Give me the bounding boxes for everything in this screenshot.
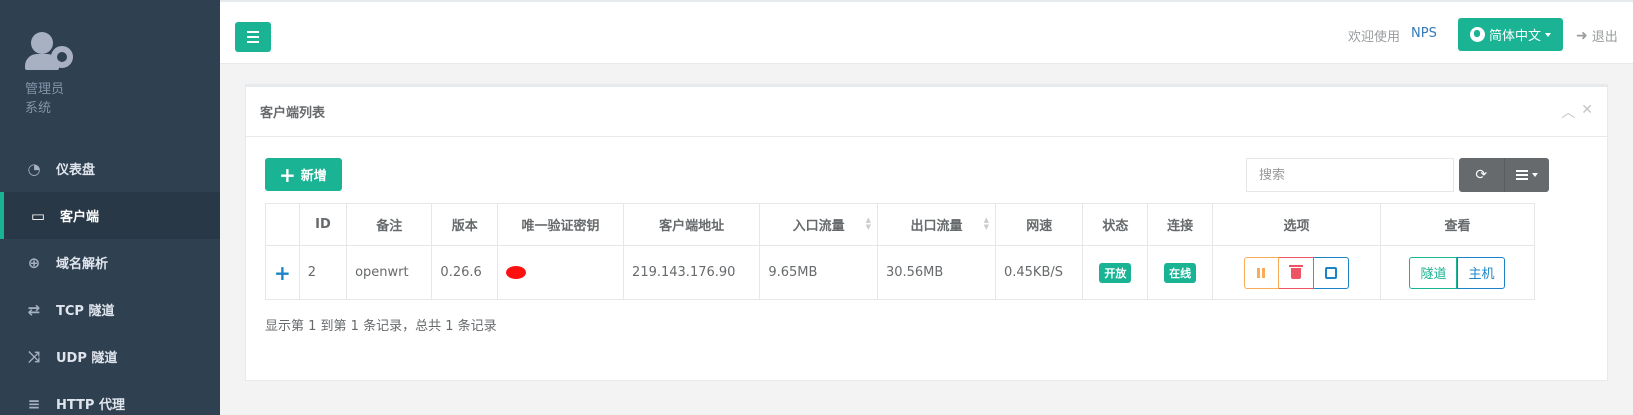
cell-connect: 在线 [1147, 245, 1214, 300]
column-header[interactable]: 唯一验证密钥 [497, 203, 625, 246]
table-row: + 2 openwrt 0.26.6 219.143.176.90 9.65MB… [265, 245, 1536, 300]
delete-button[interactable] [1278, 256, 1314, 289]
status-badge: 开放 [1099, 262, 1132, 283]
logout-link[interactable]: ➜ 退出 [1576, 26, 1618, 46]
desktop-icon: ▭ [30, 206, 46, 225]
pagination-info: 显示第 1 到第 1 条记录，总共 1 条记录 [265, 319, 497, 334]
column-header[interactable]: 状态 [1082, 203, 1149, 246]
sidebar-item[interactable]: ⊕ 域名解析 [0, 239, 220, 286]
cell-version: 0.26.6 [431, 245, 499, 300]
profile: 管理员 系统 [0, 0, 220, 145]
redaction-mark [506, 266, 527, 279]
sidebar-item-label: 客户端 [60, 210, 100, 225]
refresh-icon: ⟳ [1475, 167, 1488, 183]
pause-button[interactable] [1243, 256, 1279, 289]
cell-address: 219.143.176.90 [623, 245, 761, 300]
cell-view: 隧道 主机 [1379, 245, 1536, 300]
sidebar-item[interactable]: ⤨ UDP 隧道 [0, 333, 220, 380]
cell-out-flow: 30.56MB [876, 245, 996, 300]
client-list-panel: 客户端列表 ︿ ✕ + 新增 ⟳ ID 备注 版本 唯一验证密钥 客户端地址 入… [245, 84, 1608, 381]
search-input[interactable] [1246, 158, 1454, 192]
user-role[interactable]: 管理员 系统 [25, 80, 220, 118]
dashboard-icon: ◔ [27, 159, 41, 178]
column-header-sortable[interactable]: 出口流量 [876, 203, 996, 246]
cell-speed: 0.45KB/S [994, 245, 1084, 300]
caret-down-icon [1531, 173, 1538, 177]
sidebar-item[interactable]: ⇄ TCP 隧道 [0, 286, 220, 333]
client-table: ID 备注 版本 唯一验证密钥 客户端地址 入口流量 出口流量 网速 状态 连接… [265, 203, 1536, 300]
trash-icon [1288, 265, 1303, 279]
column-header[interactable]: ID [298, 203, 348, 246]
expand-row-icon[interactable]: + [265, 245, 300, 300]
menu-toggle-button[interactable] [235, 22, 271, 52]
sidebar-item-label: 域名解析 [56, 257, 109, 272]
bars-icon [247, 31, 259, 33]
add-label: 新增 [300, 169, 327, 184]
column-header: 选项 [1212, 203, 1381, 246]
add-client-button[interactable]: + 新增 [265, 158, 342, 191]
server-icon: ≡ [27, 394, 41, 413]
sidebar: 管理员 系统 ◔ 仪表盘 ▭ 客户端 ⊕ 域名解析 ⇄ TCP 隧道 ⤨ UDP 隧道 ≡ HTTP … [0, 0, 220, 415]
cell-remark: openwrt [346, 245, 433, 300]
edit-button[interactable] [1313, 256, 1349, 289]
close-icon[interactable]: ✕ [1581, 102, 1593, 122]
column-header-sortable[interactable]: 入口流量 [759, 203, 878, 246]
collapse-icon[interactable]: ︿ [1561, 102, 1575, 122]
cell-options [1212, 245, 1381, 300]
th-list-icon [1515, 170, 1528, 180]
panel-header: 客户端列表 ︿ ✕ [246, 87, 1607, 137]
cell-status: 开放 [1082, 245, 1149, 300]
sidebar-item-label: HTTP 代理 [56, 398, 125, 413]
column-header[interactable]: 版本 [431, 203, 499, 246]
connect-badge: 在线 [1164, 262, 1197, 283]
plus-icon: + [279, 162, 296, 187]
retweet-icon: ⇄ [27, 300, 41, 319]
sign-out-icon: ➜ [1576, 27, 1588, 44]
sidebar-item-label: UDP 隧道 [56, 351, 118, 366]
user-cog-icon [25, 30, 77, 72]
tunnel-button[interactable]: 隧道 [1409, 256, 1458, 289]
language-dropdown[interactable]: 简体中文 [1458, 18, 1563, 51]
panel-tools: ︿ ✕ [1561, 102, 1593, 122]
option-buttons [1243, 256, 1349, 289]
column-header[interactable]: 备注 [346, 203, 433, 246]
caret-down-icon [1545, 32, 1552, 37]
sidebar-item[interactable]: ▭ 客户端 [0, 192, 220, 239]
edit-icon [1324, 266, 1337, 279]
top-navbar: 欢迎使用 NPS 简体中文 ➜ 退出 [220, 0, 1633, 64]
panel-title: 客户端列表 [260, 106, 326, 121]
globe-icon [1470, 27, 1485, 42]
globe-icon: ⊕ [27, 253, 41, 272]
sidebar-item-label: 仪表盘 [56, 163, 96, 178]
host-button[interactable]: 主机 [1457, 256, 1506, 289]
sidebar-nav: ◔ 仪表盘 ▭ 客户端 ⊕ 域名解析 ⇄ TCP 隧道 ⤨ UDP 隧道 ≡ HTTP 代理 [0, 145, 220, 415]
table-header-row: ID 备注 版本 唯一验证密钥 客户端地址 入口流量 出口流量 网速 状态 连接… [265, 203, 1536, 246]
expand-column [265, 203, 300, 246]
welcome-text: 欢迎使用 [1348, 30, 1401, 45]
cell-id: 2 [298, 245, 348, 300]
sidebar-item-label: TCP 隧道 [56, 304, 115, 319]
cell-in-flow: 9.65MB [759, 245, 878, 300]
pause-icon [1257, 267, 1266, 278]
table-tools: ⟳ [1459, 158, 1549, 192]
view-buttons: 隧道 主机 [1409, 256, 1506, 289]
sidebar-item[interactable]: ◔ 仪表盘 [0, 145, 220, 192]
random-icon: ⤨ [27, 347, 40, 366]
column-header: 查看 [1379, 203, 1536, 246]
cell-key [497, 245, 625, 300]
column-header[interactable]: 网速 [994, 203, 1084, 246]
columns-toggle-button[interactable] [1503, 158, 1550, 192]
column-header[interactable]: 连接 [1147, 203, 1214, 246]
logout-label: 退出 [1591, 30, 1618, 45]
brand-link[interactable]: NPS [1411, 26, 1437, 41]
sidebar-item[interactable]: ≡ HTTP 代理 [0, 380, 220, 415]
column-header[interactable]: 客户端地址 [623, 203, 761, 246]
language-label: 简体中文 [1489, 29, 1542, 44]
refresh-button[interactable]: ⟳ [1459, 158, 1504, 192]
